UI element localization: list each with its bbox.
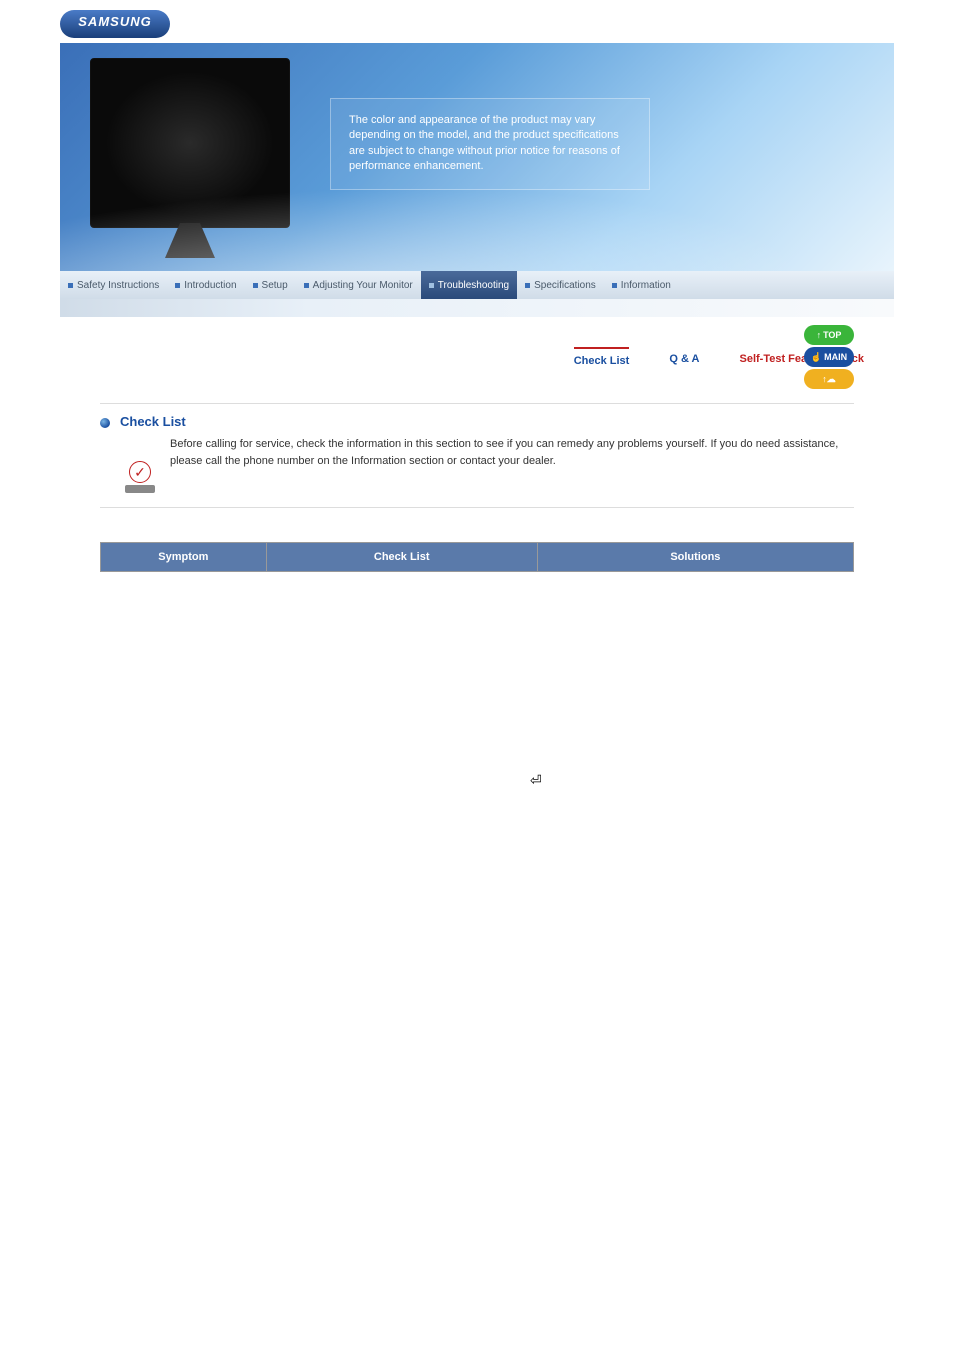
main-nav: Safety Instructions Introduction Setup A… <box>60 271 894 299</box>
nav-bullet-icon <box>253 283 258 288</box>
nav-safety-instructions[interactable]: Safety Instructions <box>60 271 167 299</box>
arrow-up-icon: ↑ <box>817 330 822 340</box>
nav-label: Introduction <box>184 280 236 291</box>
nav-bullet-icon <box>525 283 530 288</box>
nav-bullet-icon <box>429 283 434 288</box>
nav-label: Specifications <box>534 280 596 291</box>
nav-adjusting[interactable]: Adjusting Your Monitor <box>296 271 421 299</box>
top-button[interactable]: ↑ TOP <box>804 325 854 345</box>
hero-banner: The color and appearance of the product … <box>60 43 894 271</box>
nav-label: Setup <box>262 280 288 291</box>
nav-introduction[interactable]: Introduction <box>167 271 244 299</box>
nav-bullet-icon <box>304 283 309 288</box>
table-header-solutions: Solutions <box>537 543 853 572</box>
sub-tabs: Check List Q & A Self-Test Feature Check <box>60 347 894 373</box>
table-header-symptom: Symptom <box>101 543 267 572</box>
pointer-icon: ☝ <box>811 352 822 363</box>
section-title: Check List <box>120 414 854 429</box>
section-bullet-icon <box>100 418 110 428</box>
section-note: Before calling for service, check the in… <box>170 436 854 493</box>
nav-setup[interactable]: Setup <box>245 271 296 299</box>
nav-specifications[interactable]: Specifications <box>517 271 604 299</box>
check-icon: ✓ <box>129 461 151 483</box>
nav-information[interactable]: Information <box>604 271 679 299</box>
nav-troubleshooting[interactable]: Troubleshooting <box>421 271 517 299</box>
subtab-check-list[interactable]: Check List <box>574 347 630 373</box>
checklist-table: Symptom Check List Solutions <box>100 542 854 572</box>
top-button-label: TOP <box>823 330 841 340</box>
product-image <box>90 58 290 228</box>
person-icon <box>125 485 155 493</box>
nav-label: Information <box>621 280 671 291</box>
link-icon: ☁ <box>827 374 836 385</box>
nav-label: Adjusting Your Monitor <box>313 280 413 291</box>
product-image-stand <box>165 223 215 258</box>
samsung-logo: SAMSUNG <box>60 10 170 38</box>
subtab-qa[interactable]: Q & A <box>669 347 699 373</box>
nav-gradient-strip <box>60 299 894 317</box>
enter-key-icon: ⏎ <box>530 772 542 788</box>
nav-bullet-icon <box>68 283 73 288</box>
link-button[interactable]: ↑ ☁ <box>804 369 854 389</box>
nav-bullet-icon <box>612 283 617 288</box>
main-button-label: MAIN <box>824 352 847 362</box>
nav-label: Troubleshooting <box>438 280 509 291</box>
page-spacer: ⏎ <box>0 572 954 1222</box>
main-button[interactable]: ☝ MAIN <box>804 347 854 367</box>
side-buttons: ↑ TOP ☝ MAIN ↑ ☁ <box>804 325 854 389</box>
hero-notice: The color and appearance of the product … <box>330 98 650 190</box>
table-header-checklist: Check List <box>266 543 537 572</box>
nav-bullet-icon <box>175 283 180 288</box>
nav-label: Safety Instructions <box>77 280 159 291</box>
